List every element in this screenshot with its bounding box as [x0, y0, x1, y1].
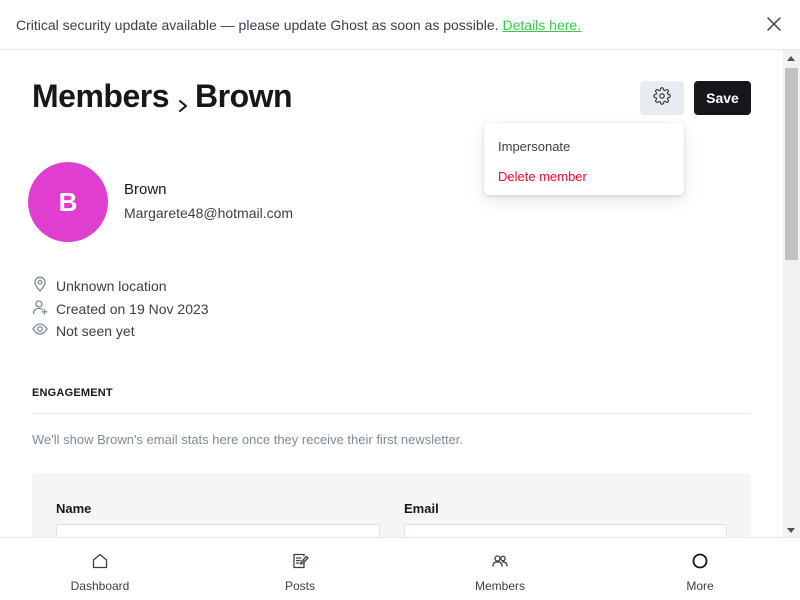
- engagement-heading: ENGAGEMENT: [32, 387, 113, 399]
- name-field[interactable]: [56, 524, 380, 537]
- eye-icon: [32, 321, 56, 340]
- nav-label: Members: [474, 579, 525, 593]
- email-field-label: Email: [404, 501, 439, 516]
- last-seen-row: Not seen yet: [32, 321, 135, 340]
- close-icon[interactable]: [766, 16, 782, 32]
- more-icon: [691, 552, 709, 579]
- avatar: B: [28, 162, 108, 242]
- member-form: Name Email: [32, 473, 751, 537]
- created-row: Created on 19 Nov 2023: [32, 299, 209, 318]
- user-add-icon: [32, 299, 56, 318]
- member-email: Margarete48@hotmail.com: [124, 205, 294, 221]
- scrollbar[interactable]: [783, 50, 800, 537]
- section-divider: [32, 413, 751, 414]
- scroll-down-icon[interactable]: [787, 528, 795, 533]
- location-pin-icon: [32, 276, 56, 295]
- breadcrumb-members-link[interactable]: Members: [32, 78, 170, 115]
- location-row: Unknown location: [32, 276, 167, 295]
- member-detail-page: Members Brown Save Impersonate Delete me…: [0, 50, 783, 537]
- impersonate-menu-item[interactable]: Impersonate: [484, 131, 684, 161]
- page-title: Members Brown: [32, 78, 293, 115]
- member-actions-menu: Impersonate Delete member: [484, 123, 684, 195]
- chevron-right-icon: [177, 87, 189, 112]
- last-seen-text: Not seen yet: [56, 322, 135, 339]
- nav-label: More: [686, 579, 714, 593]
- delete-member-menu-item[interactable]: Delete member: [484, 161, 684, 191]
- created-text: Created on 19 Nov 2023: [56, 300, 209, 317]
- nav-item-members[interactable]: Members: [400, 538, 600, 600]
- nav-item-dashboard[interactable]: Dashboard: [0, 538, 200, 600]
- nav-label: Posts: [284, 579, 315, 593]
- save-button[interactable]: Save: [694, 81, 751, 115]
- bottom-nav: Dashboard Posts Members More: [0, 537, 800, 600]
- nav-item-more[interactable]: More: [600, 538, 800, 600]
- engagement-note: We'll show Brown's email stats here once…: [32, 432, 464, 447]
- nav-item-posts[interactable]: Posts: [200, 538, 400, 600]
- email-field[interactable]: [404, 524, 727, 537]
- update-banner: Critical security update available — ple…: [0, 0, 800, 50]
- banner-message: Critical security update available — ple…: [16, 16, 499, 33]
- gear-icon: [653, 86, 671, 110]
- scroll-up-icon[interactable]: [787, 56, 795, 61]
- member-name: Brown: [124, 181, 167, 198]
- name-field-label: Name: [56, 501, 92, 516]
- home-icon: [91, 552, 109, 579]
- location-text: Unknown location: [56, 277, 167, 294]
- nav-label: Dashboard: [70, 579, 130, 593]
- member-settings-button[interactable]: [640, 81, 684, 115]
- scrollbar-thumb[interactable]: [785, 68, 798, 260]
- posts-icon: [291, 552, 309, 579]
- breadcrumb-current: Brown: [195, 78, 293, 114]
- members-icon: [491, 552, 509, 579]
- banner-details-link[interactable]: Details here.: [503, 17, 582, 33]
